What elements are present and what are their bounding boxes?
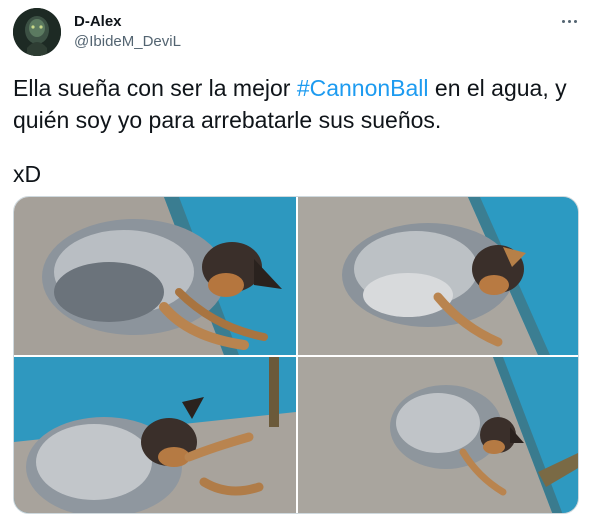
- dog-photo-image: [14, 357, 296, 513]
- tweet-text-line-2: quién soy yo para arrebatarle sus sueños…: [13, 107, 442, 133]
- tweet-text-line-1: Ella sueña con ser la mejor #CannonBall …: [13, 72, 583, 104]
- dog-photo-image: [298, 197, 578, 355]
- media-photo-1[interactable]: [14, 197, 296, 355]
- tweet-text-end: en el agua, y: [428, 75, 567, 101]
- media-photo-2[interactable]: [298, 197, 578, 355]
- more-dot: [567, 19, 571, 23]
- avatar[interactable]: [13, 8, 61, 56]
- more-horizontal-icon: [561, 19, 565, 23]
- author-handle[interactable]: @IbideM_DeviL: [74, 33, 181, 51]
- tweet-card[interactable]: D-Alex @IbideM_DeviL Ella sueña con ser …: [0, 0, 594, 527]
- media-photo-3[interactable]: [14, 357, 296, 513]
- tweet-text-start: Ella sueña con ser la mejor: [13, 75, 297, 101]
- tweet-text-extra: xD: [13, 161, 42, 187]
- dog-photo-image: [14, 197, 296, 355]
- avatar-image: [13, 8, 61, 56]
- media-grid: [13, 196, 579, 514]
- hashtag-link[interactable]: #CannonBall: [297, 75, 429, 101]
- dog-photo-image: [298, 357, 578, 513]
- more-options-button[interactable]: [556, 12, 582, 30]
- media-photo-4[interactable]: [298, 357, 578, 513]
- more-dot: [573, 19, 577, 23]
- author-display-name[interactable]: D-Alex: [74, 13, 122, 31]
- tweet-text: Ella sueña con ser la mejor #CannonBall …: [13, 72, 583, 136]
